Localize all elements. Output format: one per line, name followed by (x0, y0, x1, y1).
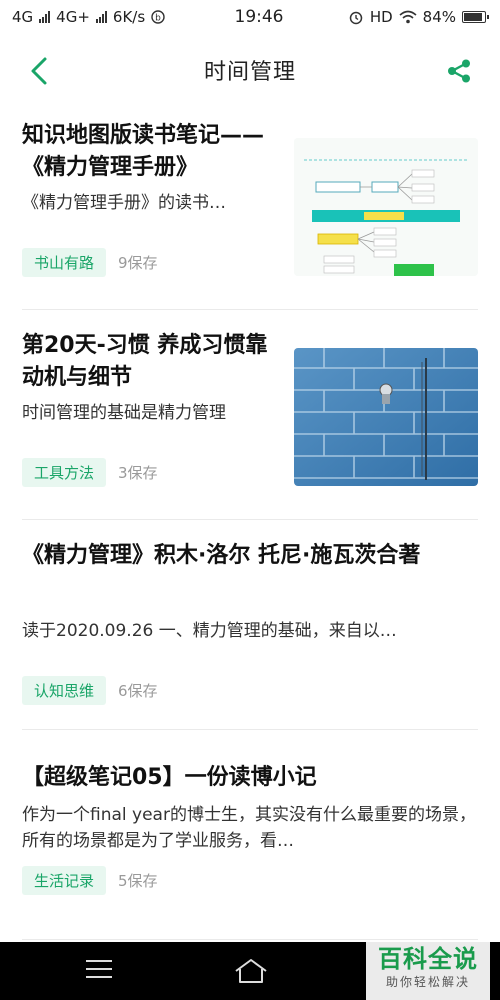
article-meta: 认知思维 6保存 (22, 676, 158, 705)
article-excerpt: 读于2020.09.26 一、精力管理的基础，来自以… (22, 621, 397, 641)
save-count: 9保存 (118, 254, 158, 272)
article-title: 知识地图版读书笔记——《精力管理手册》 (22, 123, 265, 180)
status-time: 19:46 (234, 7, 284, 27)
menu-button[interactable] (86, 960, 112, 982)
article-list: 知识地图版读书笔记——《精力管理手册》 《精力管理手册》的读书… 书山有路 9保… (0, 100, 500, 940)
home-button[interactable] (232, 956, 270, 986)
data-saver-icon: b (151, 10, 165, 24)
share-icon (448, 59, 470, 83)
home-icon (235, 959, 267, 983)
system-nav-bar: 百科全说 助你轻松解决 (0, 942, 500, 1000)
category-tag[interactable]: 工具方法 (22, 458, 107, 487)
category-tag[interactable]: 生活记录 (22, 866, 107, 895)
svg-text:b: b (155, 14, 161, 24)
mind-map-image (294, 138, 478, 276)
article-title: 第20天-习惯 养成习惯靠动机与细节 (22, 333, 268, 390)
watermark-title: 百科全说 (378, 945, 478, 973)
article-card[interactable]: 【超级笔记05】一份读博小记 作为一个final year的博士生，其实没有什么… (22, 730, 478, 940)
hd-label: HD (369, 8, 393, 26)
article-card[interactable]: 知识地图版读书笔记——《精力管理手册》 《精力管理手册》的读书… 书山有路 9保… (22, 100, 478, 310)
signal-icon-2 (95, 11, 107, 23)
article-excerpt: 时间管理的基础是精力管理 (22, 403, 226, 423)
save-count: 5保存 (118, 872, 158, 890)
battery-icon (462, 11, 489, 23)
signal-icon (39, 11, 51, 23)
article-card[interactable]: 《精力管理》积木·洛尔 托尼·施瓦茨合著 读于2020.09.26 一、精力管理… (22, 520, 478, 730)
article-meta: 工具方法 3保存 (22, 458, 158, 487)
watermark-logo: 百科全说 助你轻松解决 (366, 942, 490, 1000)
status-left: 4G 4G+ 6K/s b (12, 8, 202, 26)
watermark-subtitle: 助你轻松解决 (385, 975, 470, 989)
menu-icon (86, 960, 112, 978)
category-tag[interactable]: 书山有路 (22, 248, 107, 277)
save-count: 3保存 (118, 464, 158, 482)
article-meta: 生活记录 5保存 (22, 866, 158, 895)
network-label-2: 4G+ (56, 8, 90, 26)
article-title: 《精力管理》积木·洛尔 托尼·施瓦茨合著 (22, 543, 421, 568)
article-excerpt: 作为一个final year的博士生，其实没有什么最重要的场景，所有的场景都是为… (22, 805, 476, 851)
network-label-1: 4G (12, 8, 34, 26)
status-right: HD 84% (316, 8, 489, 26)
article-card[interactable]: 第20天-习惯 养成习惯靠动机与细节 时间管理的基础是精力管理 工具方法 3保存 (22, 310, 478, 520)
alarm-icon (349, 11, 363, 25)
wifi-icon (399, 10, 417, 24)
article-meta: 书山有路 9保存 (22, 248, 158, 277)
battery-percent: 84% (422, 8, 456, 26)
save-count: 6保存 (118, 682, 158, 700)
blue-tile-shower-image (294, 348, 478, 486)
page-title: 时间管理 (203, 60, 296, 85)
chevron-left-icon (31, 57, 47, 85)
app-header: 时间管理 (0, 40, 500, 100)
article-excerpt: 《精力管理手册》的读书… (22, 193, 226, 213)
network-speed: 6K/s (112, 8, 146, 26)
back-button[interactable] (22, 54, 56, 88)
article-title: 【超级笔记05】一份读博小记 (22, 765, 317, 790)
category-tag[interactable]: 认知思维 (22, 676, 107, 705)
share-button[interactable] (442, 54, 476, 88)
status-bar: 4G 4G+ 6K/s b 19:46 HD 84% (0, 0, 500, 34)
